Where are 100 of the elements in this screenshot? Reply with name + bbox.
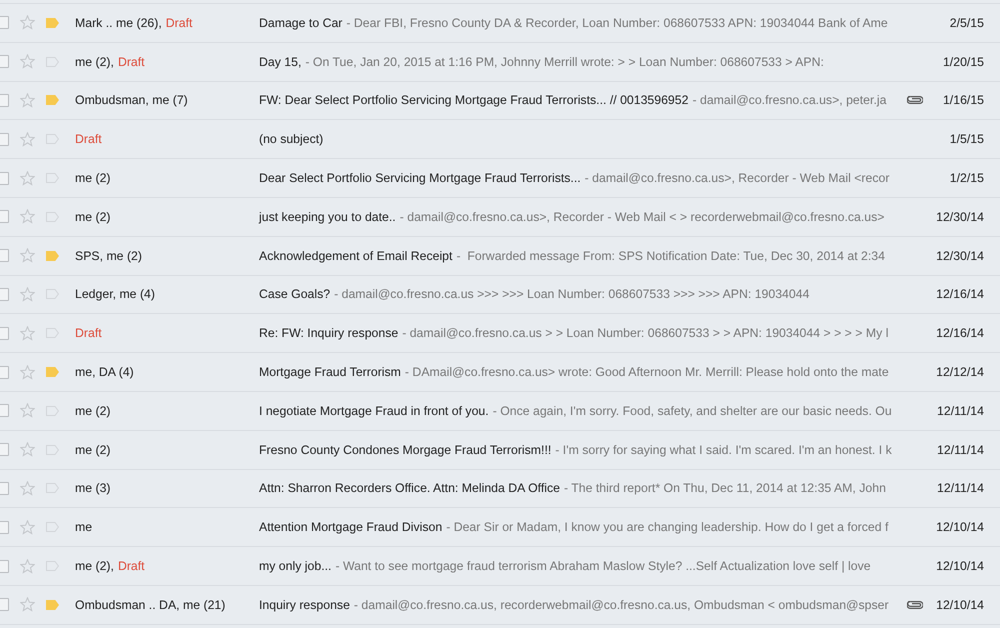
star-icon[interactable]	[20, 92, 35, 108]
message-date: 2/5/15	[950, 16, 984, 30]
tag-icon[interactable]	[46, 250, 59, 261]
star-icon[interactable]	[20, 442, 35, 458]
star-icon[interactable]	[20, 364, 35, 380]
tag-icon[interactable]	[46, 367, 59, 378]
sender-name: me (2),	[75, 54, 114, 69]
message-snippet: - damail@co.fresno.ca.us>, peter.ja	[692, 93, 886, 108]
message-date: 12/11/14	[937, 481, 984, 496]
message-snippet: - I'm sorry for saying what I said. I'm scared. I'm an honest. I k	[555, 442, 892, 457]
row-checkbox[interactable]	[0, 404, 9, 418]
message-subject: my only job...	[259, 559, 332, 574]
draft-label: Draft	[118, 559, 145, 574]
draft-label: Draft	[75, 326, 102, 340]
message-date: 12/12/14	[936, 365, 984, 380]
star-icon[interactable]	[20, 248, 35, 264]
message-date: 1/2/15	[950, 171, 984, 186]
message-snippet: - DAmail@co.fresno.ca.us> wrote: Good Afternoon Mr. Merrill: Please hold onto the mate	[404, 365, 889, 380]
row-checkbox[interactable]	[0, 16, 9, 30]
star-icon[interactable]	[20, 558, 35, 574]
draft-label: Draft	[118, 54, 145, 69]
message-date: 1/5/15	[950, 132, 984, 146]
star-icon[interactable]	[20, 286, 35, 302]
row-checkbox[interactable]	[0, 482, 9, 495]
message-snippet: - damail@co.fresno.ca.us>, Recorder - Web Mail < > recorderwebmail@co.fresno.ca.us>	[400, 210, 884, 224]
star-icon[interactable]	[20, 326, 35, 341]
message-snippet: - Forwarded message From: SPS Notification Date: Tue, Dec 30, 2014 at 2:34	[456, 248, 885, 263]
tag-icon[interactable]	[46, 600, 59, 610]
message-subject: Re: FW: Inquiry response	[259, 326, 398, 340]
sender-name: Mark .. me (26),	[75, 16, 162, 30]
message-subject: Inquiry response	[259, 598, 350, 612]
message-date: 1/20/15	[942, 54, 984, 69]
star-icon[interactable]	[20, 480, 35, 496]
message-subject: Day 15,	[259, 54, 302, 69]
star-icon[interactable]	[20, 597, 35, 612]
row-checkbox[interactable]	[0, 249, 9, 262]
message-subject: FW: Dear Select Portfolio Servicing Mortgage Fraud Terrorists... // 0013596952	[259, 93, 688, 108]
message-date: 12/30/14	[936, 248, 984, 263]
sender-name: me (2)	[75, 210, 111, 224]
message-snippet: - The third report* On Thu, Dec 11, 2014 at 12:35 AM, John	[564, 481, 886, 496]
tag-icon[interactable]	[46, 18, 59, 28]
row-checkbox[interactable]	[0, 560, 9, 573]
star-icon[interactable]	[20, 54, 35, 70]
row-checkbox[interactable]	[0, 326, 9, 340]
draft-label: Draft	[75, 132, 102, 146]
message-date: 12/16/14	[936, 287, 984, 302]
star-icon[interactable]	[20, 520, 35, 535]
row-checkbox[interactable]	[0, 172, 9, 185]
sender-name: Ombudsman .. DA, me (21)	[75, 598, 226, 612]
row-checkbox[interactable]	[0, 132, 9, 146]
message-subject: Fresno County Condones Morgage Fraud Terrorism!!!	[259, 442, 552, 457]
row-checkbox[interactable]	[0, 55, 9, 68]
row-checkbox[interactable]	[0, 288, 9, 301]
message-subject: Attention Mortgage Fraud Divison	[259, 520, 442, 534]
message-snippet: - damail@co.fresno.ca.us, recorderwebmail@co.fresno.ca.us, Ombudsman < ombudsman@spser	[354, 598, 889, 612]
sender-name: Ombudsman, me (7)	[75, 93, 188, 108]
message-subject: Dear Select Portfolio Servicing Mortgage Fraud Terrorists...	[259, 171, 581, 186]
message-date: 12/11/14	[937, 404, 984, 418]
star-icon[interactable]	[20, 403, 35, 418]
row-checkbox[interactable]	[0, 598, 9, 612]
message-date: 12/11/14	[937, 442, 984, 457]
sender-name: SPS, me (2)	[75, 248, 142, 263]
message-subject: (no subject)	[259, 132, 324, 146]
star-icon[interactable]	[20, 170, 35, 186]
sender-name: Ledger, me (4)	[75, 287, 155, 302]
message-date: 12/10/14	[936, 559, 984, 574]
message-snippet: - Once again, I'm sorry. Food, safety, and shelter are our basic needs. Ou	[492, 404, 892, 418]
message-snippet: - Dear FBI, Fresno County DA & Recorder, Loan Number: 068607533 APN: 19034044 Bank of Ame	[346, 16, 888, 30]
message-date: 12/10/14	[936, 598, 984, 612]
message-subject: Case Goals?	[259, 287, 330, 302]
message-subject: I negotiate Mortgage Fraud in front of you.	[259, 404, 489, 418]
row-checkbox[interactable]	[0, 210, 9, 224]
row-checkbox[interactable]	[0, 94, 9, 107]
row-checkbox[interactable]	[0, 520, 9, 534]
sender-name: me, DA (4)	[75, 365, 134, 380]
message-snippet: - damail@co.fresno.ca.us > > Loan Number: 068607533 > > APN: 19034044 > > > > My l	[402, 326, 888, 340]
message-date: 12/16/14	[936, 326, 984, 340]
sender-name: me	[75, 520, 92, 534]
message-subject: just keeping you to date..	[259, 210, 396, 224]
sender-name: me (2)	[75, 442, 111, 457]
sender-name: me (2)	[75, 171, 111, 186]
tag-icon[interactable]	[46, 95, 59, 106]
message-subject: Attn: Sharron Recorders Office. Attn: Melinda DA Office	[259, 481, 560, 496]
star-icon[interactable]	[20, 15, 35, 30]
star-icon[interactable]	[20, 132, 35, 147]
star-icon[interactable]	[20, 209, 35, 224]
message-subject: Acknowledgement of Email Receipt	[259, 248, 452, 263]
sender-name: me (2)	[75, 404, 111, 418]
message-snippet: - Want to see mortgage fraud terrorism Abraham Maslow Style? ...Self Actualization love self | love	[335, 559, 871, 574]
row-checkbox[interactable]	[0, 443, 9, 456]
message-snippet: - On Tue, Jan 20, 2015 at 1:16 PM, Johnny Merrill wrote: > > Loan Number: 068607533 > APN:	[305, 54, 824, 69]
message-snippet: - damail@co.fresno.ca.us >>> >>> Loan Number: 068607533 >>> >>> APN: 19034044	[334, 287, 810, 302]
message-date: 12/30/14	[936, 210, 984, 224]
message-date: 12/10/14	[936, 520, 984, 534]
sender-name: me (3)	[75, 481, 111, 496]
message-snippet: - damail@co.fresno.ca.us>, Recorder - Web Mail <recor	[584, 171, 890, 186]
row-checkbox[interactable]	[0, 366, 9, 379]
draft-label: Draft	[166, 16, 192, 30]
message-subject: Damage to Car	[259, 16, 342, 30]
message-snippet: - Dear Sir or Madam, I know you are changing leadership. How do I get a forced f	[446, 520, 888, 534]
